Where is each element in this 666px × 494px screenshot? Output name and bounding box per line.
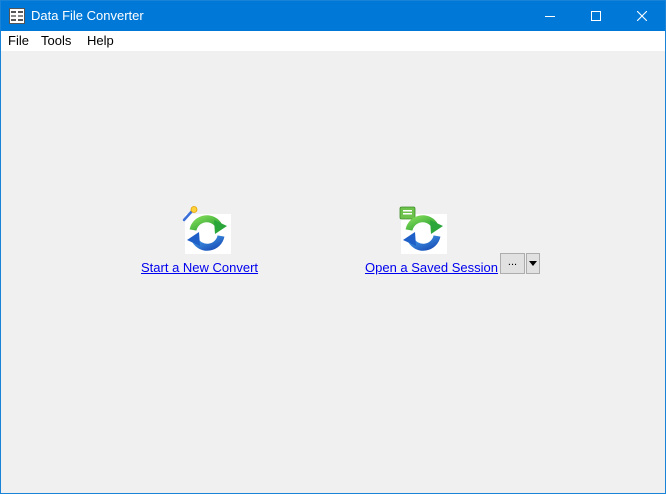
saved-session-icon[interactable]	[397, 206, 449, 254]
menu-tools[interactable]: Tools	[41, 33, 71, 49]
minimize-button[interactable]	[527, 1, 573, 31]
app-window: Data File Converter File Tools Help Star…	[0, 0, 666, 494]
menu-file[interactable]: File	[8, 33, 29, 49]
maximize-button[interactable]	[573, 1, 619, 31]
browse-session-button[interactable]: ...	[500, 253, 525, 274]
close-button[interactable]	[619, 1, 665, 31]
title-bar[interactable]: Data File Converter	[1, 1, 665, 31]
menu-bar: File Tools Help	[1, 31, 665, 51]
maximize-icon	[591, 11, 601, 21]
menu-help[interactable]: Help	[87, 33, 114, 49]
session-dropdown-button[interactable]	[526, 253, 540, 274]
main-panel: Start a New Convert Open a Saved Session…	[1, 51, 665, 493]
start-new-convert-link[interactable]: Start a New Convert	[141, 260, 258, 276]
dropdown-arrow-icon	[529, 261, 537, 266]
new-convert-icon[interactable]	[181, 206, 233, 254]
minimize-icon	[545, 16, 555, 17]
data-file-app-icon	[9, 8, 25, 24]
open-saved-session-link[interactable]: Open a Saved Session	[365, 260, 498, 276]
window-title: Data File Converter	[31, 8, 144, 23]
close-icon	[637, 11, 647, 21]
